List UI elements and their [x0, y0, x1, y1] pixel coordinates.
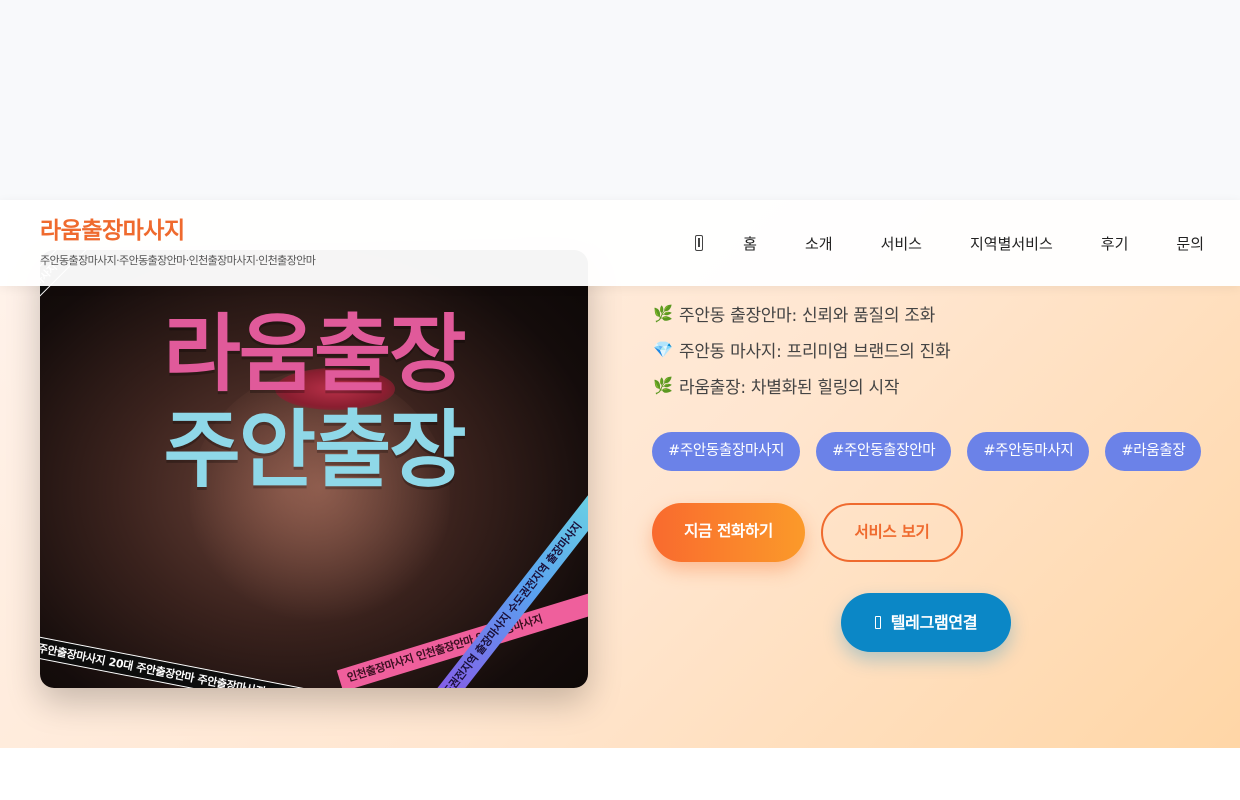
hashtag-list: #주안동출장마사지 #주안동출장안마 #주안동마사지 #라움출장: [652, 432, 1217, 471]
image-ribbon-black: 주안출장마사지 20대 주안출장안마 주안출장마사지 20대 주안출장안마 주안…: [40, 635, 588, 688]
image-title-line2: 주안출장: [163, 401, 466, 499]
site-header: 라움출장마사지 주안동출장마사지·주안동출장안마·인천출장마사지·인천출장안마 …: [0, 200, 1240, 286]
nav-item-home[interactable]: 홈: [743, 233, 757, 254]
telegram-button[interactable]: 텔레그램연결: [841, 593, 1011, 652]
hashtag[interactable]: #주안동마사지: [967, 432, 1090, 471]
nav-item-contact[interactable]: 문의: [1176, 233, 1204, 254]
nav-item-regional-services[interactable]: 지역별서비스: [970, 233, 1053, 254]
telegram-button-label: 텔레그램연결: [890, 613, 978, 632]
feature-line: 💎 주안동 마사지: 프리미엄 브랜드의 진화: [652, 336, 950, 362]
feature-line: 🌿 주안동 출장안마: 신뢰와 품질의 조화: [652, 300, 950, 326]
brand-title[interactable]: 라움출장마사지: [40, 217, 315, 245]
main-nav: 홈 소개 서비스 지역별서비스 후기 문의: [695, 200, 1204, 286]
hashtag[interactable]: #주안동출장안마: [816, 432, 952, 471]
bottom-blank-area: [0, 748, 1240, 800]
nav-item-about[interactable]: 소개: [805, 233, 833, 254]
leaf-icon: 🌿: [653, 375, 673, 395]
brand[interactable]: 라움출장마사지 주안동출장마사지·주안동출장안마·인천출장마사지·인천출장안마: [40, 217, 316, 268]
hero-feature-list: 🌿 주안동 출장안마: 신뢰와 품질의 조화 💎 주안동 마사지: 프리미엄 브…: [652, 300, 950, 408]
brand-subtitle: 주안동출장마사지·주안동출장안마·인천출장마사지·인천출장안마: [40, 254, 316, 267]
call-now-button[interactable]: 지금 전화하기: [652, 503, 805, 562]
feature-text: 주안동 마사지: 프리미엄 브랜드의 진화: [679, 341, 951, 362]
gem-icon: 💎: [653, 339, 673, 359]
telegram-icon: [874, 616, 881, 629]
top-blank-area: [0, 0, 1240, 200]
hero-image-card: 라움출장 주안출장 출장마사지 주안출장마사지 20대 주안출장안마 주안출장마…: [40, 250, 588, 688]
feature-text: 라움출장: 차별화된 힐링의 시작: [679, 377, 900, 398]
hashtag[interactable]: #라움출장: [1105, 432, 1202, 471]
nav-item-services[interactable]: 서비스: [881, 233, 922, 254]
nav-item-reviews[interactable]: 후기: [1101, 233, 1129, 254]
leaf-icon: 🌿: [653, 303, 673, 323]
hashtag[interactable]: #주안동출장마사지: [652, 432, 801, 471]
feature-line: 🌿 라움출장: 차별화된 힐링의 시작: [652, 372, 950, 398]
phone-icon[interactable]: [695, 235, 704, 251]
image-title-line1: 라움출장: [163, 305, 466, 403]
feature-text: 주안동 출장안마: 신뢰와 품질의 조화: [679, 305, 935, 326]
view-services-button[interactable]: 서비스 보기: [821, 503, 963, 562]
